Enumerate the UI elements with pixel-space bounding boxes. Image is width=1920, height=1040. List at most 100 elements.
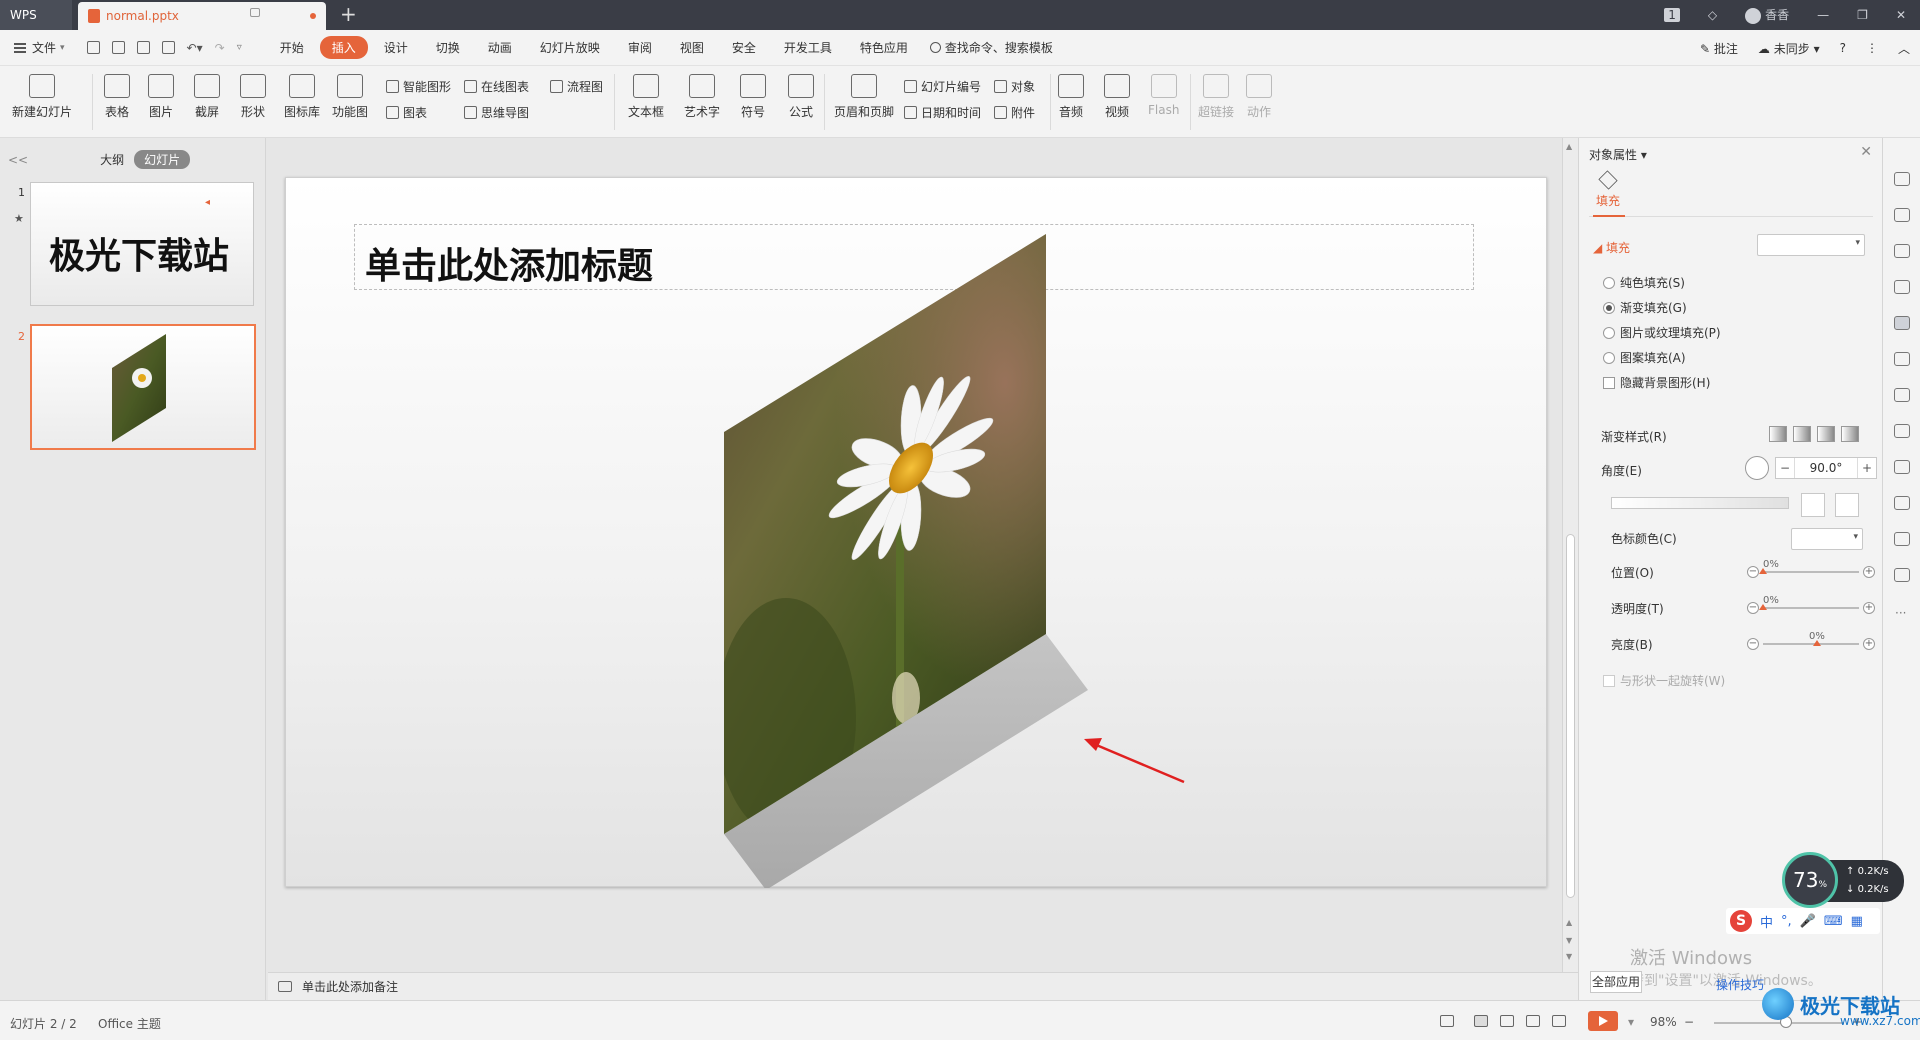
radio-button[interactable] <box>1603 301 1615 314</box>
minus-icon[interactable]: − <box>1747 638 1759 650</box>
slide-thumbnail-2[interactable] <box>30 324 256 450</box>
normal-view-icon[interactable] <box>1474 1015 1488 1027</box>
pin-tab-icon[interactable] <box>250 8 260 17</box>
zoom-level[interactable]: 98% <box>1650 1015 1677 1029</box>
tab-transitions[interactable]: 切换 <box>424 36 472 59</box>
pin-icon[interactable] <box>1894 172 1910 186</box>
play-slideshow-button[interactable] <box>1588 1011 1618 1031</box>
shapes-icon[interactable] <box>1894 244 1910 258</box>
scroll-down-icon[interactable]: ▼ <box>1566 952 1572 961</box>
plus-icon[interactable]: + <box>1863 638 1875 650</box>
radio-button[interactable] <box>1603 351 1615 364</box>
toolbox-icon[interactable]: ▦ <box>1851 914 1863 929</box>
brightness-slider[interactable]: − 0% + <box>1747 631 1875 650</box>
new-tab-button[interactable]: + <box>340 2 357 26</box>
sogou-ime-logo[interactable]: S <box>1730 910 1752 932</box>
image-icon[interactable] <box>1894 424 1910 438</box>
tab-features[interactable]: 特色应用 <box>848 36 920 59</box>
close-icon[interactable]: ✕ <box>1860 144 1872 160</box>
slide-sorter-icon[interactable] <box>1500 1015 1514 1027</box>
mindmap-button[interactable]: 思维导图 <box>464 104 529 121</box>
tab-home[interactable]: 开始 <box>268 36 316 59</box>
checkbox[interactable] <box>1603 376 1615 389</box>
minus-icon[interactable]: − <box>1747 566 1759 578</box>
fill-tab[interactable]: 填充 <box>1593 170 1623 209</box>
notes-bar[interactable]: 单击此处添加备注 <box>268 972 1578 1000</box>
zoom-out-button[interactable]: − <box>1684 1015 1694 1029</box>
tab-view[interactable]: 视图 <box>668 36 716 59</box>
object-button[interactable]: 对象 <box>994 78 1035 95</box>
add-stop-button[interactable] <box>1801 493 1825 517</box>
rotate-with-shape-checkbox[interactable]: 与形状一起旋转(W) <box>1603 672 1725 689</box>
theme-name[interactable]: Office 主题 <box>98 1015 161 1032</box>
formula-button[interactable]: 公式 <box>788 74 814 120</box>
print-preview-icon[interactable] <box>161 41 175 54</box>
chinese-mode-toggle[interactable]: 中 <box>1760 912 1773 931</box>
online-chart-button[interactable]: 在线图表 <box>464 78 529 95</box>
wordart-button[interactable]: 艺术字 <box>684 74 720 120</box>
restore-button[interactable]: ❐ <box>1857 8 1868 22</box>
gradient-fill-option[interactable]: 渐变填充(G) <box>1603 299 1687 316</box>
help-icon[interactable] <box>1894 568 1910 582</box>
sync-button[interactable]: ☁ 未同步 ▾ <box>1758 40 1820 57</box>
function-chart-button[interactable]: 功能图 <box>332 74 368 120</box>
decrease-button[interactable]: − <box>1776 458 1794 478</box>
window-count-badge[interactable]: 1 <box>1664 8 1680 22</box>
collapse-panel-icon[interactable]: << <box>8 153 28 167</box>
customize-qa-icon[interactable]: ▿ <box>237 42 242 53</box>
style-icon[interactable] <box>1894 280 1910 294</box>
document-tab[interactable]: normal.pptx <box>78 2 326 30</box>
minimize-button[interactable]: — <box>1817 8 1829 22</box>
linear-gradient-icon[interactable] <box>1769 426 1787 442</box>
radial-gradient-icon[interactable] <box>1793 426 1811 442</box>
flowchart-button[interactable]: 流程图 <box>550 78 603 95</box>
chart-button[interactable]: 图表 <box>386 104 427 121</box>
transparency-slider[interactable]: − 0% + <box>1747 595 1875 614</box>
header-footer-button[interactable]: 页眉和页脚 <box>834 74 894 120</box>
minus-icon[interactable]: − <box>1747 602 1759 614</box>
tab-developer[interactable]: 开发工具 <box>772 36 844 59</box>
solid-fill-option[interactable]: 纯色填充(S) <box>1603 274 1685 291</box>
properties-icon[interactable] <box>1894 316 1910 330</box>
scroll-up-icon[interactable]: ▲ <box>1566 918 1572 927</box>
voice-input-icon[interactable]: 🎤 <box>1800 914 1816 929</box>
action-button[interactable]: 动作 <box>1246 74 1272 120</box>
picture-fill-option[interactable]: 图片或纹理填充(P) <box>1603 324 1721 341</box>
tab-security[interactable]: 安全 <box>720 36 768 59</box>
vertical-scrollbar[interactable]: ▲ ▲ ▼ ▼ <box>1562 138 1578 972</box>
tips-link[interactable]: 操作技巧 <box>1716 976 1764 993</box>
new-slide-button[interactable]: 新建幻灯片 <box>12 74 72 120</box>
table-button[interactable]: 表格 <box>104 74 130 120</box>
position-slider[interactable]: − 0% + <box>1747 559 1875 578</box>
command-search[interactable]: 查找命令、搜索模板 <box>929 39 1053 56</box>
reading-view-icon[interactable] <box>1526 1015 1540 1027</box>
checkbox[interactable] <box>1603 674 1615 687</box>
fill-color-dropdown[interactable] <box>1757 234 1865 256</box>
panel-title[interactable]: 对象属性 ▾ <box>1589 146 1647 163</box>
ime-toolbar[interactable]: S 中 °, 🎤 ⌨ ▦ <box>1726 908 1880 934</box>
picture-button[interactable]: 图片 <box>148 74 174 120</box>
zoom-slider[interactable] <box>1714 1022 1844 1024</box>
slide-canvas[interactable]: 单击此处添加标题 <box>285 177 1547 888</box>
templates-icon[interactable] <box>1894 208 1910 222</box>
comment-button[interactable]: ✎ 批注 <box>1700 40 1738 57</box>
scroll-down-icon[interactable]: ▼ <box>1566 936 1572 945</box>
presenter-view-icon[interactable] <box>1552 1015 1566 1027</box>
slider-track[interactable]: 0% <box>1759 559 1859 574</box>
picture-library-icon[interactable] <box>1894 352 1910 366</box>
print-icon[interactable] <box>136 41 150 54</box>
file-menu[interactable]: 文件 ▾ <box>0 39 79 56</box>
symbol-button[interactable]: 符号 <box>740 74 766 120</box>
slider-track[interactable]: 0% <box>1759 595 1859 610</box>
hide-background-checkbox[interactable]: 隐藏背景图形(H) <box>1603 374 1710 391</box>
angle-value[interactable]: 90.0° <box>1794 458 1858 478</box>
close-window-button[interactable]: ✕ <box>1896 8 1906 22</box>
collapse-ribbon-icon[interactable]: ︿ <box>1898 40 1910 57</box>
tab-insert[interactable]: 插入 <box>319 36 368 59</box>
tab-outline[interactable]: 大纲 <box>100 151 124 168</box>
attachment-button[interactable]: 附件 <box>994 104 1035 121</box>
all-apps-button[interactable]: 全部应用 <box>1590 971 1642 993</box>
network-speed-widget[interactable]: ↑ 0.2K/s ↓ 0.2K/s 73% <box>1782 852 1906 908</box>
pattern-fill-option[interactable]: 图案填充(A) <box>1603 349 1686 366</box>
increase-button[interactable]: + <box>1858 458 1876 478</box>
